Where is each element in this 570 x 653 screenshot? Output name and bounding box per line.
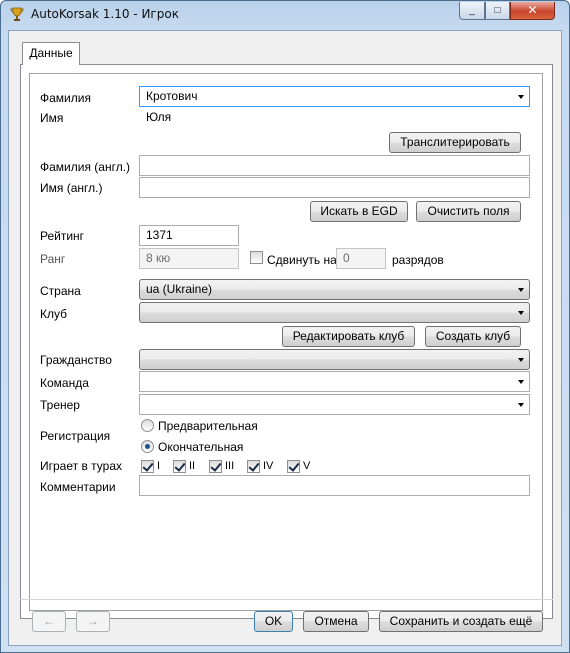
transliterate-button[interactable]: Транслитерировать [389, 132, 521, 153]
name-en-label: Имя (англ.) [40, 181, 103, 195]
shift-field: 0 [336, 248, 386, 269]
prev-button[interactable]: ← [32, 611, 66, 632]
country-value: ua (Ukraine) [146, 282, 213, 296]
coach-combobox[interactable] [139, 394, 530, 415]
round-2-label: II [189, 460, 196, 472]
round-2-checkbox[interactable] [173, 460, 186, 473]
player-form: Фамилия Кротович Имя Юля Транслитерирова… [29, 73, 543, 611]
footer-divider [20, 599, 553, 600]
minimize-button[interactable]: _ [459, 2, 485, 20]
chevron-down-icon[interactable] [518, 311, 524, 315]
rating-label: Рейтинг [40, 229, 85, 243]
registration-preliminary-label: Предварительная [158, 419, 258, 433]
search-egd-button[interactable]: Искать в EGD [310, 201, 408, 222]
shift-checkbox[interactable] [250, 251, 263, 264]
chevron-down-icon[interactable] [518, 380, 524, 384]
shift-suffix-label: разрядов [392, 253, 444, 267]
surname-en-field[interactable] [139, 155, 530, 176]
rating-value: 1371 [146, 228, 173, 242]
round-1-checkbox[interactable] [141, 460, 154, 473]
cancel-button[interactable]: Отмена [303, 611, 369, 632]
registration-label: Регистрация [40, 429, 111, 443]
round-5-label: V [303, 460, 311, 472]
round-5-checkbox[interactable] [287, 460, 300, 473]
chevron-down-icon[interactable] [518, 288, 524, 292]
rating-field[interactable]: 1371 [139, 225, 239, 246]
surname-en-label: Фамилия (англ.) [40, 160, 131, 174]
close-button[interactable]: ✕ [510, 2, 555, 20]
rounds-label: Играет в турах [40, 459, 123, 473]
name-en-field[interactable] [139, 177, 530, 198]
comments-field[interactable] [139, 475, 530, 496]
surname-value: Кротович [146, 89, 198, 103]
team-label: Команда [40, 376, 89, 390]
country-select[interactable]: ua (Ukraine) [139, 279, 530, 300]
arrow-left-icon: ← [43, 614, 55, 628]
comments-label: Комментарии [40, 480, 116, 494]
title-bar[interactable]: AutoKorsak 1.10 - Игрок _ □ ✕ [1, 1, 569, 29]
window-title: AutoKorsak 1.10 - Игрок [31, 7, 179, 21]
shift-value: 0 [343, 251, 350, 265]
citizenship-label: Гражданство [40, 353, 112, 367]
registration-final-label: Окончательная [158, 440, 244, 454]
chevron-down-icon[interactable] [518, 95, 524, 99]
maximize-button[interactable]: □ [485, 2, 510, 20]
round-4-checkbox[interactable] [247, 460, 260, 473]
club-label: Клуб [40, 307, 67, 321]
clear-fields-button[interactable]: Очистить поля [416, 201, 521, 222]
round-1-label: I [157, 460, 161, 472]
round-3-label: III [225, 460, 235, 472]
tab-panel: Фамилия Кротович Имя Юля Транслитерирова… [20, 64, 553, 619]
citizenship-select[interactable] [139, 349, 530, 370]
shift-label: Сдвинуть на [267, 253, 337, 267]
registration-final-radio[interactable] [141, 440, 154, 453]
team-combobox[interactable] [139, 371, 530, 392]
chevron-down-icon[interactable] [518, 358, 524, 362]
ok-button[interactable]: OK [254, 611, 293, 632]
coach-label: Тренер [40, 398, 80, 412]
edit-club-button[interactable]: Редактировать клуб [282, 326, 415, 347]
arrow-right-icon: → [87, 614, 99, 628]
club-select[interactable] [139, 302, 530, 323]
surname-combobox[interactable]: Кротович [139, 86, 530, 107]
round-3-checkbox[interactable] [209, 460, 222, 473]
tab-data[interactable]: Данные [22, 42, 80, 65]
rank-label: Ранг [40, 252, 66, 266]
registration-preliminary-radio[interactable] [141, 419, 154, 432]
name-value: Юля [146, 110, 172, 124]
save-and-new-button[interactable]: Сохранить и создать ещё [379, 611, 543, 632]
country-label: Страна [40, 284, 81, 298]
round-4-label: IV [263, 460, 274, 472]
rank-field: 8 кю [139, 248, 239, 269]
app-window: AutoKorsak 1.10 - Игрок _ □ ✕ Данные Фам… [0, 0, 570, 653]
trophy-icon [10, 7, 24, 21]
next-button[interactable]: → [76, 611, 110, 632]
name-label: Имя [40, 111, 64, 125]
create-club-button[interactable]: Создать клуб [425, 326, 521, 347]
client-area: Данные Фамилия Кротович Имя Юля Транслит… [8, 30, 562, 646]
name-field[interactable]: Юля [139, 107, 530, 128]
rank-value: 8 кю [146, 251, 171, 265]
chevron-down-icon[interactable] [518, 403, 524, 407]
surname-label: Фамилия [40, 91, 91, 105]
